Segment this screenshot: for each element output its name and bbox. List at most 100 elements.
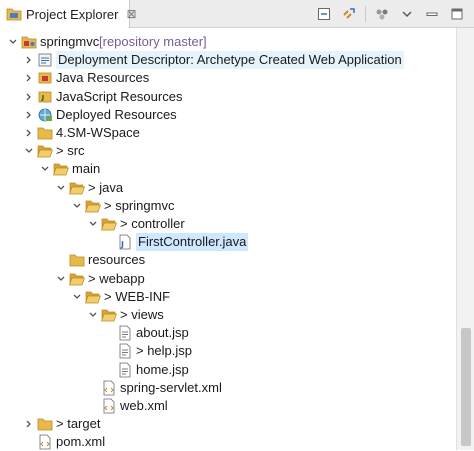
xml-file-icon bbox=[101, 397, 117, 415]
chevron-down-icon[interactable] bbox=[88, 215, 98, 233]
tree-item-label: FirstController.java bbox=[136, 233, 249, 252]
tree-item[interactable]: > webapp bbox=[0, 270, 456, 288]
tree-item[interactable]: Deployment Descriptor: Archetype Created… bbox=[0, 51, 456, 70]
folder-icon bbox=[37, 124, 53, 142]
chevron-right-icon[interactable] bbox=[24, 69, 34, 87]
tree-item-label: about.jsp bbox=[136, 325, 189, 341]
chevron-right-icon[interactable] bbox=[24, 51, 34, 69]
tree-item[interactable]: web.xml bbox=[0, 397, 456, 415]
chevron-right-icon[interactable] bbox=[24, 88, 34, 106]
javascript-resources-icon bbox=[37, 88, 53, 106]
view-titlebar: Project Explorer ⊠ bbox=[0, 0, 474, 28]
tree-item-label: spring-servlet.xml bbox=[120, 379, 222, 395]
tree-item-label: pom.xml bbox=[56, 434, 106, 450]
repository-decoration: [repository master] bbox=[99, 34, 207, 49]
tree-item-label: > target bbox=[56, 416, 101, 432]
xml-file-icon bbox=[101, 379, 117, 397]
tree-item[interactable]: JavaScript Resources bbox=[0, 88, 456, 106]
collapse-all-icon[interactable] bbox=[315, 5, 333, 23]
folder-open-icon bbox=[85, 197, 101, 215]
chevron-right-icon[interactable] bbox=[24, 124, 34, 142]
tree-item[interactable]: > springmvc bbox=[0, 197, 456, 215]
tree-item-label: springmvc bbox=[40, 34, 100, 49]
tree-item-label: resources bbox=[88, 252, 146, 268]
maximize-icon[interactable] bbox=[448, 5, 466, 23]
tree-item-label: > src bbox=[56, 143, 85, 159]
view-toolbar bbox=[308, 5, 466, 23]
deployed-resources-icon bbox=[37, 106, 53, 124]
folder-open-icon bbox=[101, 306, 117, 324]
folder-icon bbox=[69, 251, 85, 269]
folder-open-icon bbox=[69, 270, 85, 288]
tree-item[interactable]: spring-servlet.xml bbox=[0, 379, 456, 397]
tree-item-label: > java bbox=[88, 179, 124, 195]
minimize-icon[interactable] bbox=[423, 5, 441, 23]
chevron-right-icon[interactable] bbox=[24, 415, 34, 433]
tree-item-label: web.xml bbox=[120, 398, 168, 413]
chevron-down-icon[interactable] bbox=[72, 288, 82, 306]
folder-open-icon bbox=[69, 179, 85, 197]
chevron-down-icon[interactable] bbox=[56, 179, 66, 197]
java-file-icon: J bbox=[117, 233, 133, 251]
chevron-down-icon[interactable] bbox=[24, 142, 34, 160]
chevron-down-icon[interactable] bbox=[72, 197, 82, 215]
jsp-file-icon bbox=[117, 324, 133, 342]
tree-item-label: > webapp bbox=[88, 270, 145, 286]
folder-open-icon bbox=[85, 288, 101, 306]
scrollbar-thumb[interactable] bbox=[461, 328, 471, 446]
deployment-descriptor-icon bbox=[37, 51, 53, 69]
folder-open-icon bbox=[53, 160, 69, 178]
chevron-down-icon[interactable] bbox=[8, 33, 18, 51]
tree-item-label: > springmvc bbox=[104, 197, 175, 213]
tree-item[interactable]: J FirstController.java bbox=[0, 233, 456, 252]
tree-item-label: Deployment Descriptor: Archetype Created… bbox=[56, 51, 404, 70]
tab-project-explorer[interactable]: Project Explorer ⊠ bbox=[0, 0, 137, 28]
tree-item-label: > controller bbox=[120, 216, 185, 231]
tree-item[interactable]: > target bbox=[0, 415, 456, 433]
toolbar-separator bbox=[365, 6, 366, 22]
tree-item-label: Deployed Resources bbox=[56, 106, 177, 122]
java-resources-icon bbox=[37, 69, 53, 87]
close-icon[interactable]: ⊠ bbox=[126, 8, 136, 20]
tree-item[interactable]: main bbox=[0, 160, 456, 178]
project-tree: springmvc [repository master] Deployment … bbox=[0, 28, 456, 450]
tree-item[interactable]: resources bbox=[0, 251, 456, 269]
tree-item[interactable]: > views bbox=[0, 306, 456, 324]
tree-item-label: > help.jsp bbox=[136, 343, 193, 359]
svg-text:J: J bbox=[120, 240, 124, 249]
tree-item[interactable]: > controller bbox=[0, 215, 456, 233]
vertical-scrollbar[interactable] bbox=[456, 28, 474, 450]
tree-item[interactable]: 4.SM-WSpace bbox=[0, 124, 456, 142]
tree-item-label: JavaScript Resources bbox=[56, 88, 183, 104]
filters-icon[interactable] bbox=[373, 5, 391, 23]
xml-file-icon bbox=[37, 433, 53, 451]
tree-item[interactable]: home.jsp bbox=[0, 361, 456, 379]
chevron-down-icon[interactable] bbox=[88, 306, 98, 324]
link-with-editor-icon[interactable] bbox=[340, 5, 358, 23]
tree-item[interactable]: > WEB-INF bbox=[0, 288, 456, 306]
chevron-down-icon[interactable] bbox=[56, 270, 66, 288]
tree-item[interactable]: pom.xml bbox=[0, 433, 456, 451]
chevron-down-icon[interactable] bbox=[40, 160, 50, 178]
tree-item-label: Java Resources bbox=[56, 70, 150, 86]
tree-item[interactable]: Deployed Resources bbox=[0, 106, 456, 124]
tree-item[interactable]: > src bbox=[0, 142, 456, 160]
tree-item[interactable]: > help.jsp bbox=[0, 342, 456, 360]
tree-item-label: 4.SM-WSpace bbox=[56, 125, 140, 140]
project-explorer-icon bbox=[6, 6, 22, 22]
project-icon bbox=[21, 33, 37, 51]
folder-open-icon bbox=[101, 215, 117, 233]
tree-item[interactable]: Java Resources bbox=[0, 69, 456, 87]
folder-open-icon bbox=[37, 142, 53, 160]
tree-item[interactable]: about.jsp bbox=[0, 324, 456, 342]
tree-item-label: > WEB-INF bbox=[104, 288, 171, 304]
view-menu-icon[interactable] bbox=[398, 5, 416, 23]
tree-item-label: home.jsp bbox=[136, 361, 189, 377]
tree-item[interactable]: springmvc [repository master] bbox=[0, 33, 456, 51]
tab-label: Project Explorer bbox=[26, 6, 119, 22]
tree-item-label: > views bbox=[120, 307, 164, 322]
chevron-right-icon[interactable] bbox=[24, 106, 34, 124]
tree-item-label: main bbox=[72, 161, 101, 177]
tree-item[interactable]: > java bbox=[0, 179, 456, 197]
folder-icon bbox=[37, 415, 53, 433]
